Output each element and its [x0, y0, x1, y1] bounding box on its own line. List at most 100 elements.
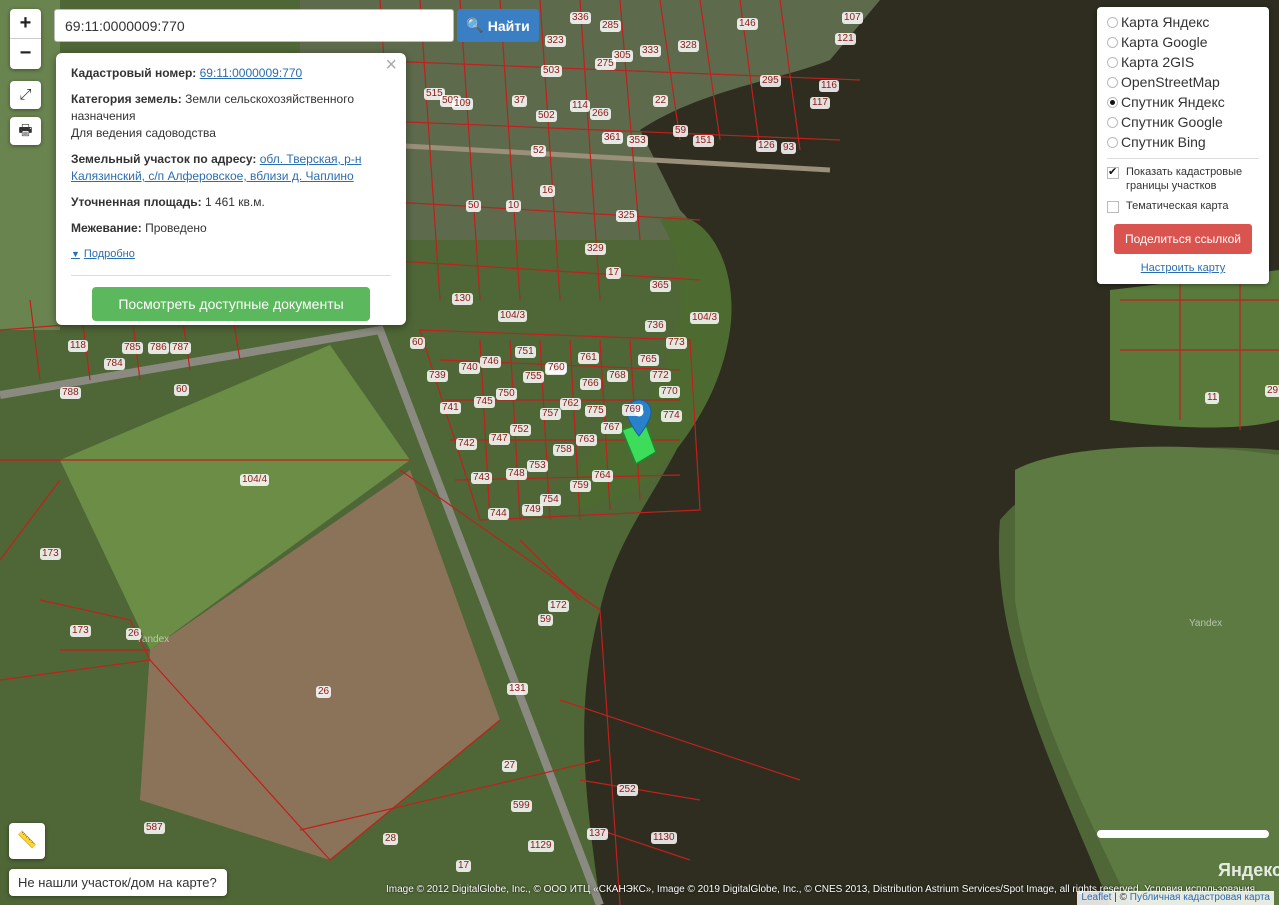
parcel-number-label: 750 — [496, 388, 517, 400]
parcel-number-label: 788 — [60, 387, 81, 399]
search-button[interactable]: 🔍 Найти — [457, 9, 539, 42]
base-layer-option[interactable]: Спутник Bing — [1107, 132, 1259, 152]
parcel-number-label: 742 — [456, 438, 477, 450]
attribution-separator: | © — [1111, 892, 1130, 903]
base-layer-option[interactable]: Спутник Яндекс — [1107, 92, 1259, 112]
scale-bar — [1097, 830, 1269, 838]
ruler-button[interactable]: 📏 — [9, 823, 45, 859]
not-found-button[interactable]: Не нашли участок/дом на карте? — [9, 869, 227, 896]
parcel-number-label: 587 — [144, 822, 165, 834]
cadastral-map-link[interactable]: Публичная кадастровая карта — [1130, 892, 1270, 903]
base-layer-option[interactable]: OpenStreetMap — [1107, 72, 1259, 92]
print-button[interactable]: 🖶 — [10, 117, 41, 145]
base-layer-option[interactable]: Карта Яндекс — [1107, 12, 1259, 32]
parcel-number-label: 52 — [531, 145, 547, 157]
base-layer-option[interactable]: Карта Google — [1107, 32, 1259, 52]
parcel-number-label: 761 — [578, 352, 599, 364]
address-label: Земельный участок по адресу: — [71, 152, 257, 166]
parcel-number-label: 767 — [601, 422, 622, 434]
view-documents-button[interactable]: Посмотреть доступные документы — [92, 287, 370, 321]
leaflet-link[interactable]: Leaflet — [1081, 892, 1111, 903]
base-layer-label: Карта Google — [1121, 34, 1208, 50]
thematic-map-option[interactable]: Тематическая карта — [1107, 199, 1259, 213]
cadastral-number-row: Кадастровый номер: 69:11:0000009:770 — [71, 65, 391, 82]
parcel-number-label: 749 — [522, 504, 543, 516]
parcel-number-label: 173 — [40, 548, 61, 560]
parcel-number-label: 60 — [410, 337, 426, 349]
radio-button[interactable] — [1107, 36, 1118, 48]
category-row: Категория земель: Земли сельскохозяйстве… — [71, 91, 391, 142]
radio-button[interactable] — [1107, 116, 1118, 128]
parcel-number-label: 740 — [459, 362, 480, 374]
parcel-number-label: 252 — [617, 784, 638, 796]
parcel-number-label: 93 — [781, 142, 797, 154]
parcel-number-label: 751 — [515, 346, 536, 358]
parcel-number-label: 1129 — [528, 840, 554, 852]
survey-row: Межевание: Проведено — [71, 220, 391, 237]
base-layer-label: Карта 2GIS — [1121, 54, 1195, 70]
fullscreen-button[interactable]: ⤢ — [10, 81, 41, 109]
layers-panel: Карта Яндекс Карта Google Карта 2GIS OpenSt… — [1097, 7, 1269, 284]
search-icon: 🔍 — [466, 17, 484, 33]
parcel-number-label: 11 — [1205, 392, 1220, 404]
parcel-number-label: 745 — [474, 396, 495, 408]
parcel-number-label: 768 — [607, 370, 628, 382]
category-label: Категория земель: — [71, 92, 182, 106]
parcel-number-label: 329 — [585, 243, 606, 255]
parcel-number-label: 60 — [174, 384, 190, 396]
parcel-number-label: 772 — [650, 370, 671, 382]
close-icon[interactable]: × — [385, 55, 397, 75]
zoom-control: + − — [10, 9, 41, 69]
base-layer-label: Спутник Bing — [1121, 134, 1206, 150]
parcel-number-label: 17 — [456, 860, 472, 872]
parcel-number-label: 305 — [612, 50, 633, 62]
search-input[interactable] — [54, 9, 454, 42]
parcel-number-label: 37 — [512, 95, 528, 107]
parcel-number-label: 59 — [538, 614, 554, 626]
parcel-number-label: 757 — [540, 408, 561, 420]
details-toggle[interactable]: ▼ Подробно — [71, 246, 391, 263]
usage-value: Для ведения садоводства — [71, 126, 216, 140]
radio-button[interactable] — [1107, 16, 1118, 28]
base-layer-label: OpenStreetMap — [1121, 74, 1220, 90]
parcel-number-label: 773 — [666, 337, 687, 349]
base-layer-option[interactable]: Спутник Google — [1107, 112, 1259, 132]
parcel-number-label: 116 — [819, 80, 839, 92]
yandex-watermark: Яндекс — [1218, 860, 1279, 880]
radio-button[interactable] — [1107, 76, 1118, 88]
parcel-number-label: 28 — [383, 833, 399, 845]
parcel-number-label: 744 — [488, 508, 509, 520]
parcel-number-label: 59 — [673, 125, 689, 137]
parcel-number-label: 763 — [576, 434, 597, 446]
share-link-button[interactable]: Поделиться ссылкой — [1114, 224, 1252, 254]
radio-button[interactable] — [1107, 136, 1118, 148]
parcel-number-label: 753 — [527, 460, 548, 472]
parcel-number-label: 104/3 — [498, 310, 528, 322]
thematic-map-checkbox[interactable] — [1107, 201, 1119, 213]
caret-down-icon: ▼ — [71, 249, 80, 259]
base-layer-label: Карта Яндекс — [1121, 14, 1210, 30]
parcel-number-label: 104/3 — [690, 312, 720, 324]
radio-button[interactable] — [1107, 56, 1118, 68]
parcel-number-label: 325 — [616, 210, 637, 222]
cadastral-number-link[interactable]: 69:11:0000009:770 — [200, 66, 303, 80]
parcel-number-label: 16 — [540, 185, 556, 197]
parcel-number-label: 766 — [580, 378, 601, 390]
parcel-number-label: 118 — [68, 340, 88, 352]
area-value: 1 461 кв.м. — [204, 195, 265, 209]
base-layer-option[interactable]: Карта 2GIS — [1107, 52, 1259, 72]
parcel-number-label: 1130 — [651, 832, 677, 844]
zoom-in-button[interactable]: + — [10, 9, 41, 39]
cadastral-borders-checkbox[interactable] — [1107, 165, 1119, 179]
configure-map-link[interactable]: Настроить карту — [1107, 262, 1259, 274]
cadastral-borders-option[interactable]: Показать кадастровые границы участков — [1107, 165, 1259, 193]
zoom-out-button[interactable]: − — [10, 39, 41, 69]
parcel-number-label: 758 — [553, 444, 574, 456]
parcel-number-label: 121 — [835, 33, 856, 45]
parcel-number-label: 747 — [489, 433, 510, 445]
radio-button[interactable] — [1107, 96, 1118, 108]
parcel-number-label: 760 — [546, 362, 567, 374]
parcel-number-label: 323 — [545, 35, 566, 47]
parcel-number-label: 353 — [627, 135, 648, 147]
parcel-info-popup: × Кадастровый номер: 69:11:0000009:770 К… — [56, 53, 406, 325]
